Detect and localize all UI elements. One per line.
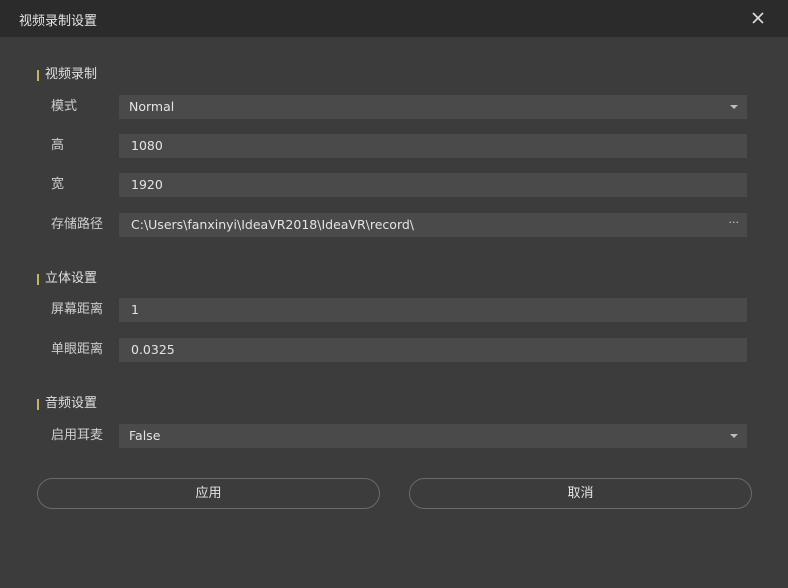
- screen-distance-input[interactable]: 1: [119, 298, 747, 322]
- headphones-label: 启用耳麦: [51, 428, 104, 443]
- path-value: C:\Users\fanxinyi\IdeaVR2018\IdeaVR\reco…: [131, 217, 415, 232]
- screen-distance-value: 1: [131, 302, 139, 317]
- width-label: 宽: [51, 177, 65, 192]
- title-bar: 视频录制设置: [0, 0, 788, 37]
- eye-distance-label: 单眼距离: [51, 342, 104, 357]
- browse-button[interactable]: ···: [729, 213, 740, 233]
- window-title: 视频录制设置: [19, 14, 98, 29]
- apply-button[interactable]: 应用: [37, 478, 380, 509]
- height-value: 1080: [131, 138, 163, 153]
- eye-distance-input[interactable]: 0.0325: [119, 338, 747, 362]
- section-audio-settings: 音频设置: [37, 396, 97, 412]
- section-video-recording: 视频录制: [37, 67, 97, 83]
- eye-distance-value: 0.0325: [131, 342, 175, 357]
- height-input[interactable]: 1080: [119, 134, 747, 158]
- section-title: 立体设置: [45, 271, 98, 286]
- path-input[interactable]: C:\Users\fanxinyi\IdeaVR2018\IdeaVR\reco…: [119, 213, 747, 237]
- section-title: 视频录制: [45, 67, 98, 82]
- cancel-button[interactable]: 取消: [409, 478, 752, 509]
- chevron-down-icon: [730, 434, 738, 438]
- headphones-value: False: [129, 428, 161, 443]
- screen-distance-label: 屏幕距离: [51, 302, 104, 317]
- mode-label: 模式: [51, 99, 78, 114]
- width-input[interactable]: 1920: [119, 173, 747, 197]
- close-icon[interactable]: [747, 7, 769, 29]
- mode-value: Normal: [129, 99, 175, 114]
- headphones-select[interactable]: False: [119, 424, 747, 448]
- path-label: 存储路径: [51, 217, 104, 232]
- mode-select[interactable]: Normal: [119, 95, 747, 119]
- section-accent-bar: [37, 399, 39, 410]
- height-label: 高: [51, 138, 65, 153]
- section-accent-bar: [37, 70, 39, 81]
- chevron-down-icon: [730, 105, 738, 109]
- section-title: 音频设置: [45, 396, 98, 411]
- section-stereo-settings: 立体设置: [37, 271, 97, 287]
- section-accent-bar: [37, 274, 39, 285]
- width-value: 1920: [131, 177, 163, 192]
